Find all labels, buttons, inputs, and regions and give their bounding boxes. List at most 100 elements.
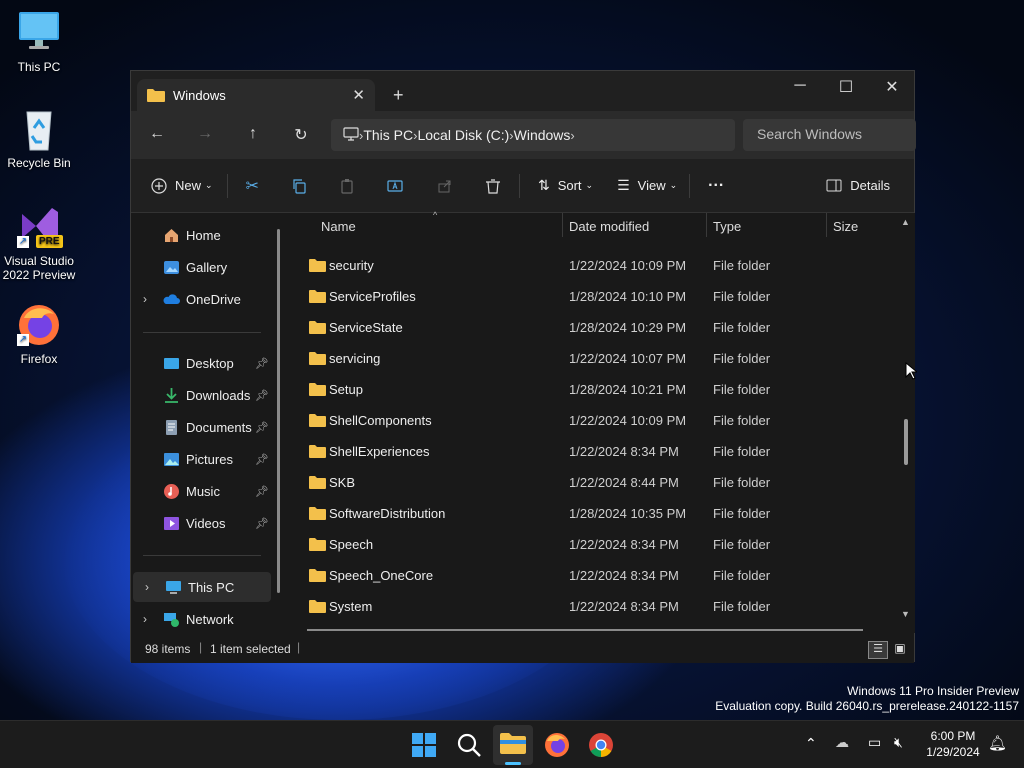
chevron-right-icon[interactable]: › [143, 612, 147, 626]
table-row[interactable]: Speech 1/22/2024 8:34 PM File folder [289, 529, 899, 560]
nav-item-onedrive[interactable]: › OneDrive [131, 284, 269, 314]
column-divider[interactable] [826, 213, 827, 237]
pin-icon[interactable]: 📌︎ [255, 389, 269, 402]
pin-icon[interactable]: 📌︎ [255, 517, 269, 530]
column-size[interactable]: Size [833, 219, 858, 234]
column-divider[interactable] [706, 213, 707, 237]
table-row[interactable]: System 1/22/2024 8:34 PM File folder [289, 591, 899, 622]
nav-item-pictures[interactable]: Pictures 📌︎ [131, 444, 269, 474]
nav-scrollbar[interactable] [277, 229, 280, 593]
file-name: Setup [329, 382, 363, 397]
pin-icon[interactable]: 📌︎ [255, 485, 269, 498]
watermark-edition: Windows 11 Pro Insider Preview [847, 684, 1019, 698]
nav-item-downloads[interactable]: Downloads 📌︎ [131, 380, 269, 410]
notification-bell-icon[interactable]: 🔔︎ [988, 734, 1007, 752]
column-type[interactable]: Type [713, 219, 741, 234]
close-tab-icon[interactable]: ✕ [352, 86, 365, 104]
folder-icon [309, 538, 326, 551]
nav-item-gallery[interactable]: Gallery [131, 252, 269, 282]
table-row[interactable]: servicing 1/22/2024 10:07 PM File folder [289, 343, 899, 374]
column-divider[interactable] [562, 213, 563, 237]
table-row[interactable]: Speech_OneCore 1/22/2024 8:34 PM File fold… [289, 560, 899, 591]
chevron-down-icon: ⌄ [205, 180, 213, 190]
video-icon [163, 515, 180, 532]
nav-item-documents[interactable]: Documents 📌︎ [131, 412, 269, 442]
table-row[interactable]: ServiceProfiles 1/28/2024 10:10 PM File fo… [289, 281, 899, 312]
share-button[interactable] [437, 171, 453, 201]
sort-button[interactable]: ⇅ Sort ⌄ [538, 171, 593, 201]
table-row[interactable]: ServiceState 1/28/2024 10:29 PM File folde… [289, 312, 899, 343]
pin-icon[interactable]: 📌︎ [255, 357, 269, 370]
paste-button[interactable] [339, 171, 355, 201]
maximize-button[interactable]: ☐ [823, 77, 869, 97]
onedrive-offline-icon[interactable]: ☁ [835, 734, 849, 751]
table-row[interactable]: Setup 1/28/2024 10:21 PM File folder [289, 374, 899, 405]
desktop-icon-this-pc[interactable]: This PC [0, 10, 78, 74]
file-date-modified: 1/28/2024 10:10 PM [569, 289, 687, 304]
desktop-icon-visual-studio[interactable]: PRE ↗ Visual Studio 2022 Preview [0, 204, 78, 282]
nav-item-this-pc[interactable]: › This PC [133, 572, 271, 602]
breadcrumb-item[interactable]: This PC [363, 127, 413, 143]
back-button[interactable]: ← [145, 125, 169, 143]
table-row[interactable]: security 1/22/2024 10:09 PM File folder [289, 250, 899, 281]
breadcrumb-item[interactable]: Local Disk (C:) [417, 127, 509, 143]
column-date-modified[interactable]: Date modified [569, 219, 649, 234]
rename-button[interactable] [387, 171, 405, 201]
details-view-button[interactable]: ☰ [868, 641, 888, 659]
tiles-view-button[interactable]: ▣ [891, 641, 909, 659]
table-row[interactable]: SoftwareDistribution 1/28/2024 10:35 PM Fi… [289, 498, 899, 529]
more-options-button[interactable]: ··· [708, 171, 724, 201]
delete-button[interactable] [485, 171, 501, 201]
explorer-tab[interactable]: Windows ✕ [137, 79, 375, 111]
address-bar[interactable]: › This PC › Local Disk (C:) › Windows › [331, 119, 735, 151]
taskbar-firefox[interactable] [543, 731, 571, 759]
cut-button[interactable]: ✂ [246, 171, 259, 201]
details-pane-button[interactable]: Details [826, 171, 890, 201]
chevron-right-icon[interactable]: › [143, 292, 147, 306]
minimize-button[interactable]: ─ [777, 77, 823, 95]
network-status-icon[interactable]: ▭ [868, 734, 881, 751]
file-date-modified: 1/22/2024 10:07 PM [569, 351, 687, 366]
taskbar-chrome[interactable] [587, 731, 615, 759]
nav-item-videos[interactable]: Videos 📌︎ [131, 508, 269, 538]
up-button[interactable]: ↑ [241, 125, 265, 143]
pin-icon[interactable]: 📌︎ [255, 421, 269, 434]
file-name: SoftwareDistribution [329, 506, 446, 521]
folder-icon [309, 569, 326, 582]
close-window-button[interactable]: ✕ [869, 77, 915, 97]
nav-item-desktop[interactable]: Desktop 📌︎ [131, 348, 269, 378]
nav-item-network[interactable]: › Network [131, 604, 269, 634]
nav-label: Gallery [186, 259, 228, 275]
view-button[interactable]: ☰ View ⌄ [617, 171, 677, 201]
desktop-icon-recycle-bin[interactable]: Recycle Bin [0, 106, 78, 170]
horizontal-scrollbar[interactable] [307, 629, 863, 631]
search-button[interactable] [455, 731, 483, 759]
chevron-right-icon[interactable]: › [145, 580, 149, 594]
search-input[interactable]: Search Windows [743, 119, 916, 151]
show-hidden-icons-chevron[interactable]: ⌃ [805, 735, 817, 752]
table-row[interactable]: ShellExperiences 1/22/2024 8:34 PM File fo… [289, 436, 899, 467]
start-button[interactable] [410, 731, 438, 759]
pin-icon[interactable]: 📌︎ [255, 453, 269, 466]
table-row[interactable]: ShellComponents 1/22/2024 10:09 PM File fo… [289, 405, 899, 436]
desktop-icon-firefox[interactable]: ↗ Firefox [0, 302, 78, 366]
copy-button[interactable] [291, 171, 307, 201]
volume-muted-icon[interactable]: 🔇︎ [894, 734, 903, 751]
taskbar-file-explorer[interactable] [493, 725, 533, 765]
forward-button[interactable]: → [193, 125, 217, 143]
refresh-button[interactable]: ↻ [289, 125, 313, 145]
scroll-down-arrow[interactable]: ▼ [901, 609, 910, 619]
new-button[interactable]: New ⌄ [151, 171, 213, 201]
breadcrumb-item[interactable]: Windows [514, 127, 571, 143]
nav-label: Videos [186, 515, 226, 531]
nav-item-music[interactable]: Music 📌︎ [131, 476, 269, 506]
title-bar[interactable]: Windows ✕ + ─ ☐ ✕ [131, 71, 914, 111]
file-name: SKB [329, 475, 356, 490]
nav-item-home[interactable]: Home [131, 220, 269, 250]
table-row[interactable]: SKB 1/22/2024 8:44 PM File folder [289, 467, 899, 498]
scroll-up-arrow[interactable]: ▲ [901, 217, 910, 227]
column-name[interactable]: Name [321, 219, 356, 234]
clock[interactable]: 6:00 PM 1/29/2024 [918, 728, 988, 760]
vertical-scrollbar-thumb[interactable] [904, 419, 908, 465]
new-tab-button[interactable]: + [393, 85, 404, 106]
